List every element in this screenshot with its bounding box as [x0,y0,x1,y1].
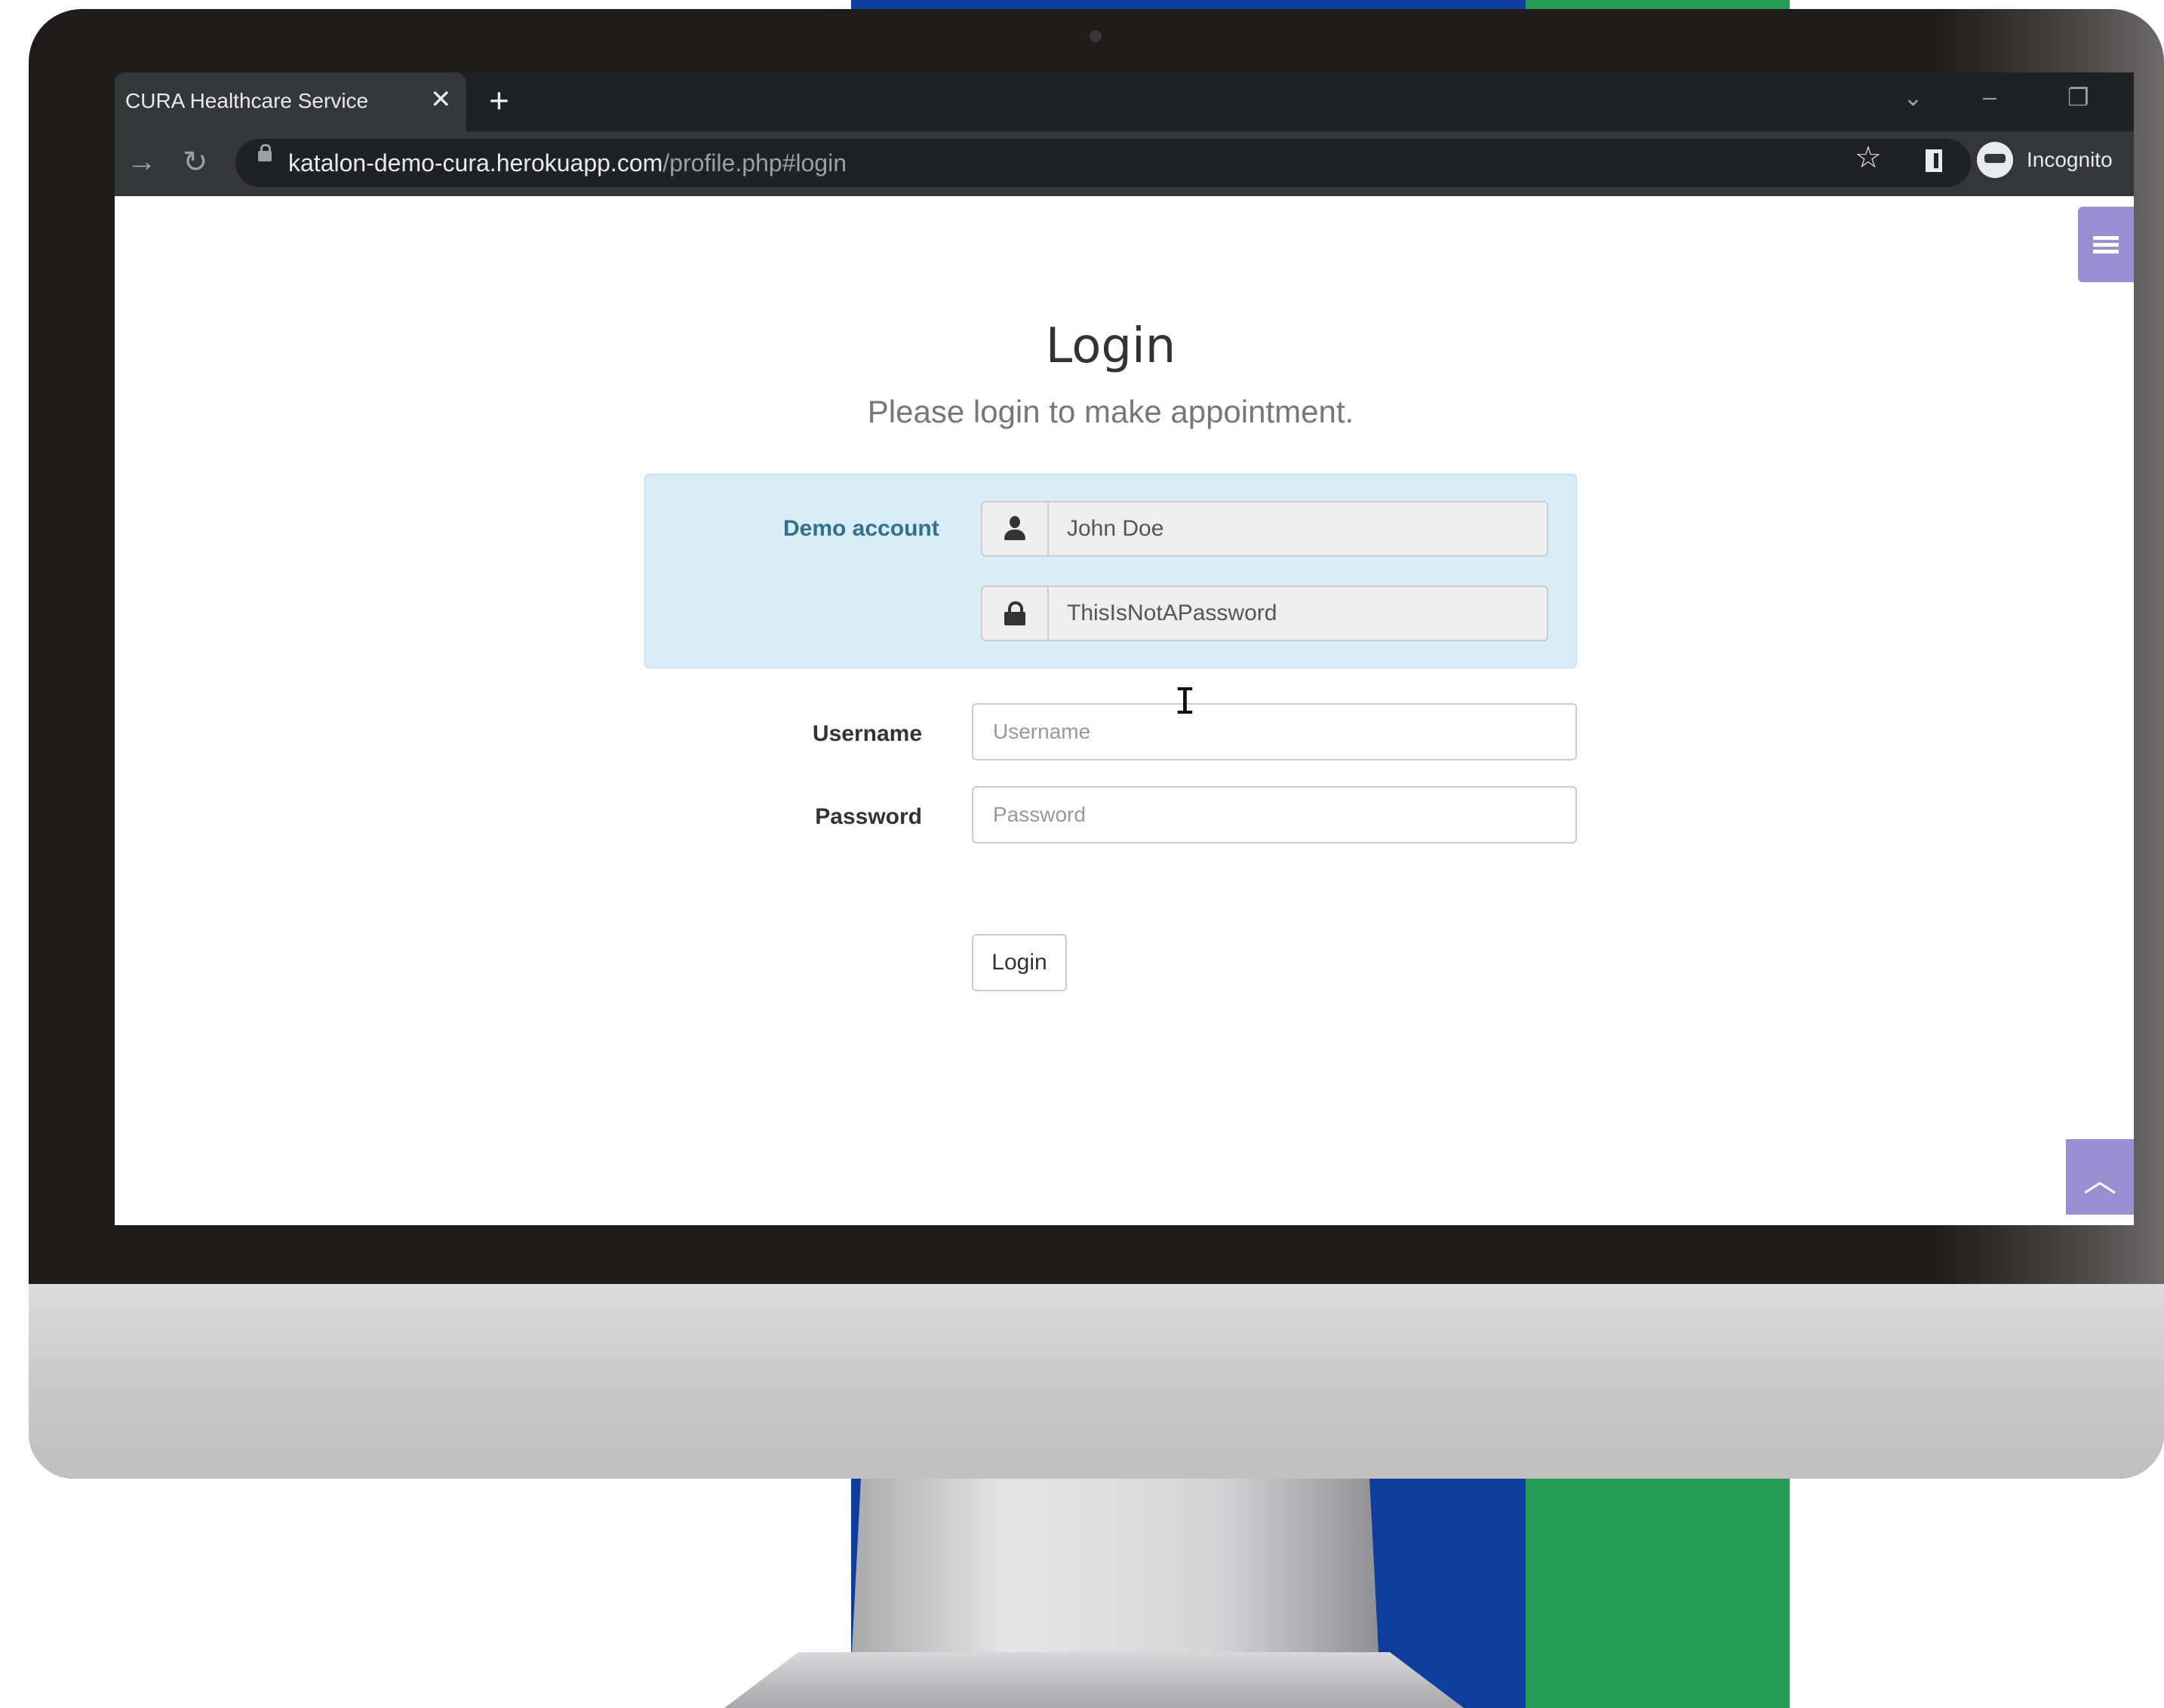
username-label: Username [812,721,922,746]
browser-tab[interactable]: CURA Healthcare Service ✕ [115,72,466,131]
screen: CURA Healthcare Service ✕ + ⌄ – ❐ → ↻ ka… [115,72,2134,1225]
incognito-label[interactable]: Incognito [2027,148,2113,172]
lock-addon [982,587,1049,640]
hamburger-icon [2093,242,2119,247]
page-title: Login [1045,318,1176,374]
scroll-to-top-button[interactable]: ︿ [2066,1139,2134,1215]
new-tab-icon[interactable]: + [489,80,509,121]
address-bar: → ↻ katalon-demo-cura.herokuapp.com/prof… [115,131,2134,196]
minimize-icon[interactable]: – [1983,83,1996,111]
text-cursor-icon: I [1174,680,1196,723]
url-host: katalon-demo-cura.herokuapp.com [288,149,663,177]
chevron-up-icon: ︿ [2083,1162,2116,1199]
incognito-icon[interactable] [1977,142,2013,178]
demo-password-field: ThisIsNotAPassword [981,585,1548,641]
demo-username-value: John Doe [1067,516,1164,541]
page-subtitle: Please login to make appointment. [867,394,1354,429]
padlock-icon [1004,601,1025,625]
username-input[interactable] [972,703,1577,760]
lock-icon [258,144,272,161]
monitor-stand [851,1464,1379,1667]
login-button[interactable]: Login [972,934,1067,991]
tab-search-icon[interactable]: ⌄ [1903,83,1923,112]
side-panel-icon[interactable] [1926,149,1942,172]
demo-password-value: ThisIsNotAPassword [1067,601,1277,625]
menu-toggle-button[interactable] [2078,207,2134,282]
url-path: /profile.php#login [662,149,847,177]
restore-icon[interactable]: ❐ [2067,83,2089,112]
url-field[interactable]: katalon-demo-cura.herokuapp.com/profile.… [235,139,1971,187]
monitor-chin [29,1284,2164,1479]
url-text: katalon-demo-cura.herokuapp.com/profile.… [288,149,847,177]
monitor-stand-base [724,1652,1464,1708]
password-label: Password [815,804,922,829]
demo-account-panel: Demo account John Doe ThisIsNotAPassword [644,474,1577,668]
tab-bar: CURA Healthcare Service ✕ + ⌄ – ❐ [115,72,2134,131]
star-icon[interactable]: ☆ [1855,140,1882,175]
demo-username-field: John Doe [981,501,1548,557]
forward-icon[interactable]: → [127,145,157,179]
tab-title: CURA Healthcare Service [125,89,369,112]
monitor: CURA Healthcare Service ✕ + ⌄ – ❐ → ↻ ka… [29,9,2164,1479]
close-icon[interactable]: ✕ [430,84,452,115]
password-input[interactable] [972,786,1577,843]
page-content: Login Please login to make appointment. … [115,196,2134,1225]
demo-account-label: Demo account [783,516,939,541]
camera-icon [1090,30,1102,42]
user-icon [1004,516,1025,542]
reload-icon[interactable]: ↻ [183,145,208,180]
user-addon [982,502,1049,555]
